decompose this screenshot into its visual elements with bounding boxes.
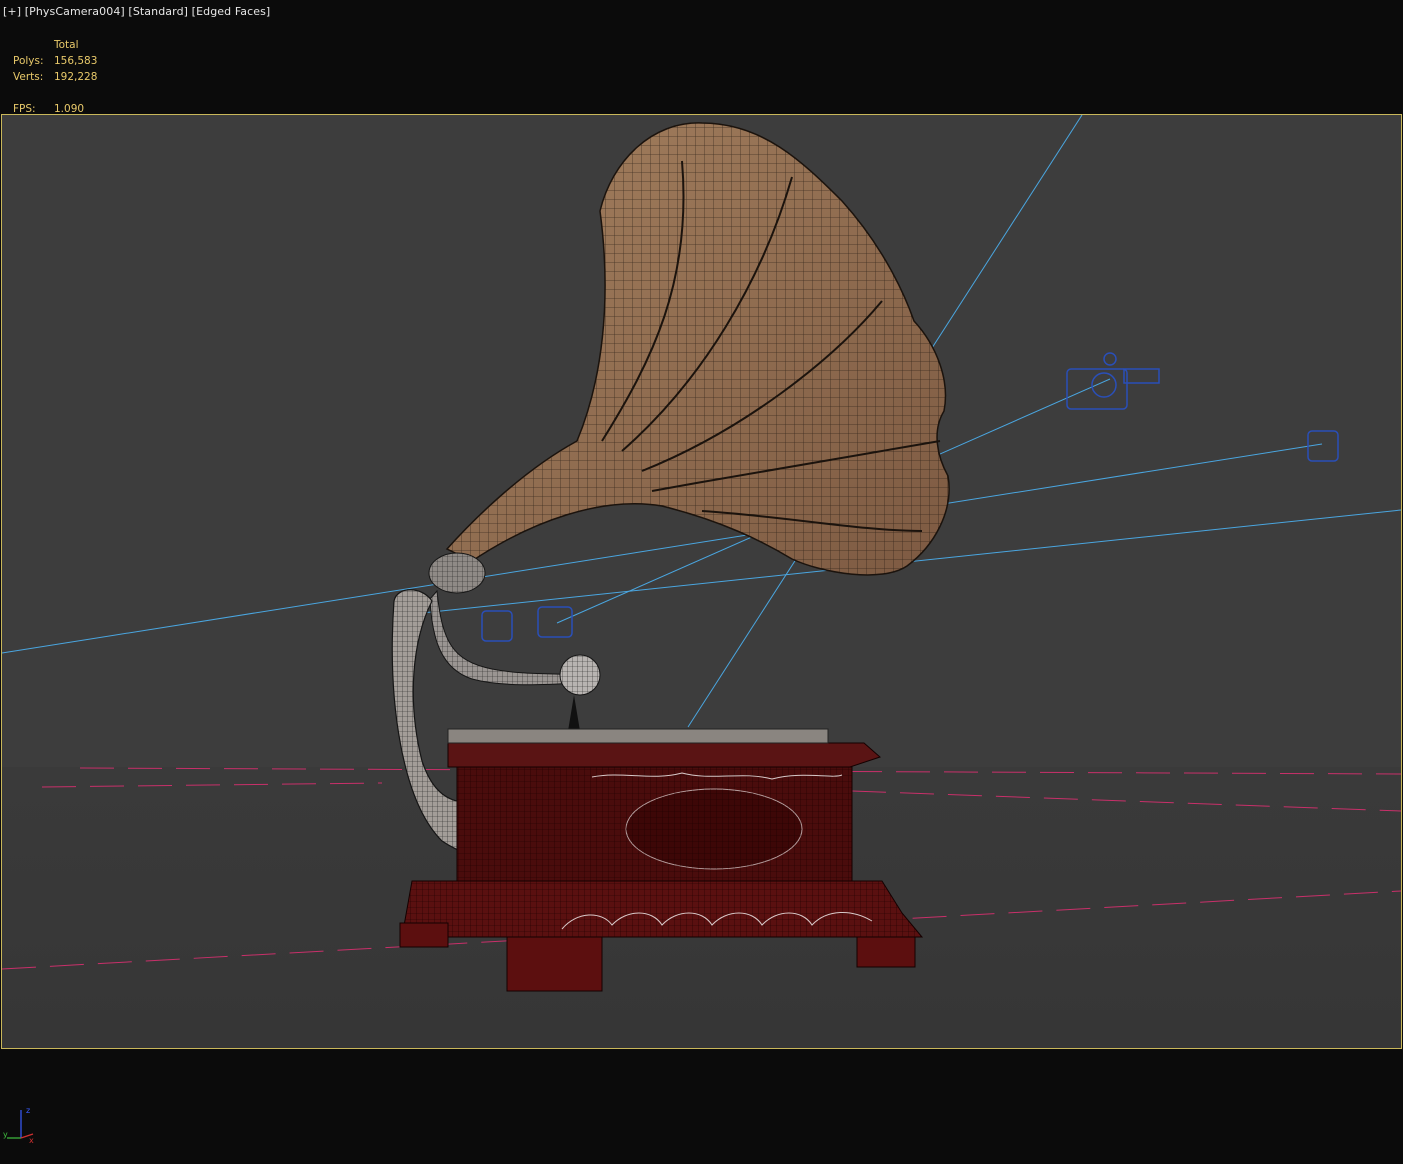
stats-polys-value: 156,583 <box>54 55 98 67</box>
stats-polys-row: Polys: 156,583 <box>13 53 97 69</box>
stats-verts-value: 192,228 <box>54 71 98 83</box>
scene-statistics: Total Polys: 156,583 Verts: 192,228 FPS:… <box>13 37 97 117</box>
camera-icon <box>1066 352 1160 410</box>
axis-y-label: y <box>3 1130 8 1139</box>
stats-total-header: Total <box>54 39 79 51</box>
stats-verts-label: Verts: <box>13 71 44 83</box>
axis-x-label: x <box>29 1136 34 1144</box>
viewport-shading-label[interactable]: [Standard] <box>128 5 188 18</box>
viewport-mode-label[interactable]: [Edged Faces] <box>192 5 271 18</box>
stats-verts-row: Verts: 192,228 <box>13 69 97 85</box>
gramophone-tonearm <box>428 552 601 731</box>
viewport-label[interactable]: [+] [PhysCamera004] [Standard] [Edged Fa… <box>3 5 270 18</box>
axis-gizmo-icon: z y x <box>3 1106 34 1144</box>
gramophone-horn <box>445 122 950 576</box>
viewport-camera-label[interactable]: [PhysCamera004] <box>25 5 125 18</box>
viewport-menu[interactable]: [+] <box>3 5 21 18</box>
axis-z-label: z <box>26 1106 30 1115</box>
camera-viewport[interactable] <box>1 114 1402 1049</box>
stats-polys-label: Polys: <box>13 55 44 67</box>
scene-render <box>2 115 1401 1048</box>
